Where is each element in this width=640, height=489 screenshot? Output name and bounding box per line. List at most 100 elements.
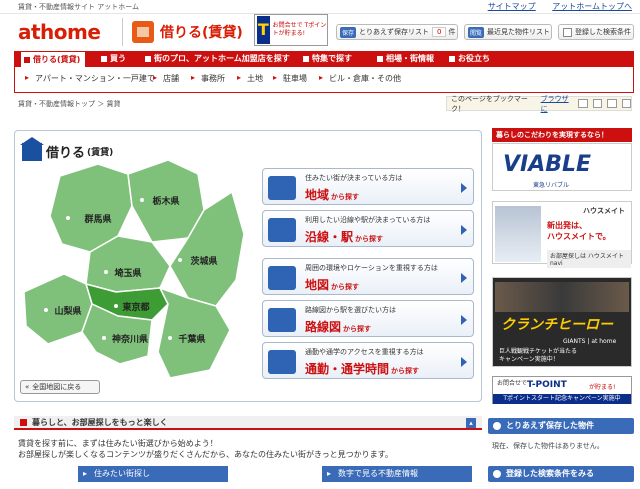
save-list-button[interactable]: 保存 とりあえず保存リスト 0 件 <box>336 24 458 40</box>
giants-ad[interactable]: クランチヒーロー GIANTS | at home 巨人戦観戦チケットが当たるキ… <box>492 277 632 367</box>
section-heading: 借りる(賃貸) <box>132 21 243 43</box>
sitemap-link[interactable]: サイトマップ <box>488 2 536 11</box>
label-saitama: 埼玉県 <box>114 267 141 279</box>
recent-list-button[interactable]: 閲覧 最近見た物件リスト <box>464 24 552 40</box>
ad3-desc: 巨人戦観戦チケットが当たる キャンペーン実施中！ <box>499 348 577 364</box>
nav-rent[interactable]: 借りる(賃貸) <box>20 51 86 67</box>
bookmark-service-icon[interactable] <box>621 99 632 108</box>
option-suffix: から探す <box>355 235 384 243</box>
label-tochigi: 栃木県 <box>152 195 179 207</box>
back-to-national-map-button[interactable]: « 全国地図に戻る <box>20 380 100 394</box>
option-desc: 利用したい沿線や駅が決まっている方は <box>305 216 431 224</box>
arrow-right-icon <box>461 183 467 193</box>
option-desc: 周囲の環境やロケーションを重視する方は <box>305 264 438 272</box>
nav-find-agent[interactable]: 街のプロ、アットホーム加盟店を探す <box>142 51 290 67</box>
search-by-commute-button[interactable]: 通勤や通学のアクセスを重視する方は 通勤・通学時間 から探す <box>262 342 474 379</box>
subnav-parking[interactable]: 駐車場 <box>273 73 307 84</box>
checkbox-icon <box>563 27 572 37</box>
ad3-desc-2: キャンペーン実施中！ <box>499 356 559 363</box>
option-desc: 住みたい街が決まっている方は <box>305 174 403 182</box>
train-icon <box>268 218 296 242</box>
bookmark-bar: このページをブックマーク！ ブラウザに <box>446 94 632 114</box>
search-by-map-button[interactable]: 周囲の環境やロケーションを重視する方は 地図 から探す <box>262 258 474 295</box>
bookmark-service-icon[interactable] <box>607 99 617 108</box>
tpoint-text: お問合せで Tポイントが貯まる! <box>272 22 327 37</box>
sub-nav: アパート・マンション・一戸建て 店舗 事務所 土地 駐車場 ビル・倉庫・その他 <box>14 67 634 93</box>
lifestyle-section-title: 暮らしと、お部屋探しをもっと楽しく <box>32 417 168 427</box>
breadcrumb[interactable]: 賃貸・不動産情報トップ ＞ 賃貸 <box>18 99 120 109</box>
option-title: 通勤・通学時間 から探す <box>305 360 419 377</box>
save-list-label: とりあえず保存リスト <box>359 28 430 36</box>
housemate-brand: ハウスメイト <box>583 207 625 215</box>
viable-ad[interactable]: VIABLE 東急リバブル <box>492 143 632 191</box>
search-by-area-button[interactable]: 住みたい街が決まっている方は 地域 から探す <box>262 168 474 205</box>
top-links: サイトマップ アットホームトップへ <box>474 1 632 12</box>
athome-logo[interactable]: athome <box>18 20 101 44</box>
area-icon <box>268 176 296 200</box>
back-button-label: 全国地図に戻る <box>32 383 82 391</box>
viable-sub: 東急リバブル <box>533 182 570 189</box>
tpoint-logo-icon: T <box>257 16 270 44</box>
main-nav: 借りる(賃貸) 買う 街のプロ、アットホーム加盟店を探す 特集で探す 相場・街情… <box>14 51 634 67</box>
option-title-main: 路線図 <box>305 320 342 334</box>
saved-search-label: 登録した検索条件 <box>575 28 631 36</box>
saved-search-button[interactable]: 登録した検索条件 <box>558 24 634 40</box>
subnav-office[interactable]: 事務所 <box>191 73 225 84</box>
ad3-sub: GIANTS | at home <box>563 338 617 345</box>
clock-icon <box>268 350 296 374</box>
subnav-land[interactable]: 土地 <box>237 73 263 84</box>
option-suffix: から探す <box>331 193 360 201</box>
save-prefix: 保存 <box>340 26 357 38</box>
option-title: 沿線・駅 から探す <box>305 228 383 245</box>
nav-buy[interactable]: 買う <box>98 51 126 67</box>
arrow-right-icon <box>461 225 467 235</box>
collapse-icon[interactable]: ▴ <box>466 418 476 428</box>
ad4-bar: Tポイントスタート記念キャンペーン実施中 <box>493 394 631 404</box>
saved-properties-note: 現在、保存した物件はありません。 <box>492 442 604 450</box>
recent-list-label: 最近見た物件リスト <box>487 28 551 36</box>
label-kanagawa: 神奈川県 <box>112 333 148 345</box>
site-tagline: 賃貸・不動産情報サイト アットホーム <box>18 3 140 11</box>
option-suffix: から探す <box>391 367 420 375</box>
arrow-right-icon <box>461 315 467 325</box>
save-count: 0 <box>432 27 447 37</box>
subnav-building[interactable]: ビル・倉庫・その他 <box>319 73 401 84</box>
option-title-main: 沿線・駅 <box>305 230 354 244</box>
subnav-store[interactable]: 店舗 <box>153 73 179 84</box>
nav-market[interactable]: 相場・街情報 <box>374 51 434 67</box>
label-ibaraki: 茨城県 <box>190 255 217 267</box>
kanto-map: 群馬県 栃木県 茨城県 埼玉県 東京都 山梨県 神奈川県 千葉県 <box>23 159 245 379</box>
save-count-unit: 件 <box>448 28 456 36</box>
bookmark-service-icon[interactable] <box>592 99 603 108</box>
housemate-ad[interactable]: ハウスメイト 新出発は、 ハウスメイトで。 お部屋探しは ハウスメイト navi <box>492 201 632 268</box>
option-title: 路線図 から探す <box>305 318 371 335</box>
option-title: 地図 から探す <box>305 276 359 293</box>
saved-properties-box[interactable]: とりあえず保存した物件 <box>488 418 634 434</box>
label-chiba: 千葉県 <box>178 333 205 345</box>
option-title-main: 地域 <box>305 188 330 202</box>
ad-photo <box>495 282 629 312</box>
search-by-route-map-button[interactable]: 路線図から駅を選びたい方は 路線図 から探す <box>262 300 474 337</box>
option-suffix: から探す <box>331 283 360 291</box>
lifestyle-text-2: お部屋探しが楽しくなるコンテンツが盛りだくさんだから、あなたの住みたい街がきっと… <box>18 450 393 459</box>
bookmark-service-icon[interactable] <box>578 99 588 108</box>
tpoint-banner[interactable]: T お問合せで Tポイントが貯まる! <box>254 14 328 46</box>
bookmark-browser-link[interactable]: ブラウザに <box>541 94 574 114</box>
option-suffix: から探す <box>343 325 372 333</box>
registered-search-button[interactable]: 登録した検索条件をみる <box>488 466 634 482</box>
ad4-brand: T-POINT <box>527 380 567 390</box>
search-by-line-button[interactable]: 利用したい沿線や駅が決まっている方は 沿線・駅 から探す <box>262 210 474 247</box>
nav-useful[interactable]: お役立ち <box>446 51 490 67</box>
option-desc: 路線図から駅を選びたい方は <box>305 306 396 314</box>
label-tokyo: 東京都 <box>122 301 149 313</box>
option-title-main: 通勤・通学時間 <box>305 362 390 376</box>
tpoint-ad[interactable]: お問合せで T-POINT が貯まる! Tポイントスタート記念キャンペーン実施中 <box>492 376 632 404</box>
label-gunma: 群馬県 <box>83 213 111 225</box>
tab-numbers[interactable]: 数字で見る不動産情報 <box>322 466 472 482</box>
athome-top-link[interactable]: アットホームトップへ <box>552 2 632 11</box>
option-desc: 通勤や通学のアクセスを重視する方は <box>305 348 424 356</box>
subnav-apartment[interactable]: アパート・マンション・一戸建て <box>25 73 155 84</box>
double-chevron-left-icon: « <box>25 383 30 391</box>
tab-town-search[interactable]: 住みたい街探し <box>78 466 228 482</box>
nav-feature[interactable]: 特集で探す <box>300 51 352 67</box>
